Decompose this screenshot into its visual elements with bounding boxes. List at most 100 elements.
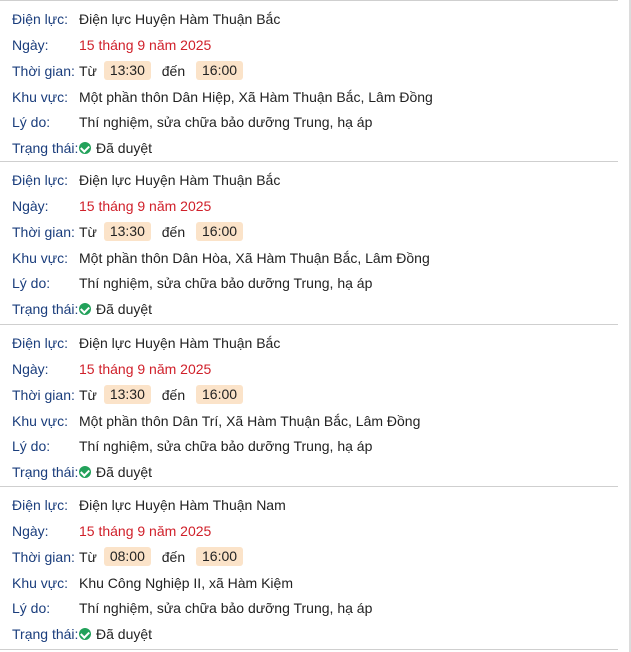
date-row: Ngày: 15 tháng 9 năm 2025 (12, 194, 618, 218)
start-time-chip: 13:30 (103, 61, 151, 80)
outage-card: Điện lực: Điện lực Huyện Hàm Thuận Nam N… (0, 487, 618, 650)
date-label: Ngày: (12, 360, 49, 377)
time-from-label: Từ (79, 224, 97, 241)
time-to-label: đến (161, 549, 186, 566)
area-value: Một phần thôn Dân Trí, Xã Hàm Thuận Bắc,… (79, 412, 421, 429)
company-value: Điện lực Huyện Hàm Thuận Bắc (79, 172, 281, 189)
end-time-chip: 16:00 (196, 384, 244, 404)
status-label: Trạng thái: (12, 140, 79, 156)
date-value: 15 tháng 9 năm 2025 (79, 360, 212, 377)
company-row: Điện lực: Điện lực Huyện Hàm Thuận Bắc (12, 168, 618, 192)
time-from-label: Từ (79, 63, 97, 79)
company-label: Điện lực: (12, 11, 69, 27)
time-label: Thời gian: (12, 549, 75, 566)
reason-row: Lý do: Thí nghiệm, sửa chữa bảo dưỡng Tr… (12, 596, 618, 620)
time-from-label: Từ (79, 386, 97, 403)
outage-card: Điện lực: Điện lực Huyện Hàm Thuận Bắc N… (0, 0, 618, 163)
start-time-chip: 13:30 (103, 384, 151, 404)
reason-label: Lý do: (12, 437, 51, 454)
time-to-label: đến (161, 386, 186, 403)
time-row: Thời gian: Từ 13:30 đến 16:00 (12, 59, 618, 83)
status-label: Trạng thái: (12, 301, 79, 318)
status-value: Đã duyệt (96, 301, 153, 318)
status-value: Đã duyệt (96, 463, 153, 480)
area-label: Khu vực: (12, 250, 69, 267)
reason-row: Lý do: Thí nghiệm, sửa chữa bảo dưỡng Tr… (12, 434, 618, 458)
reason-row: Lý do: Thí nghiệm, sửa chữa bảo dưỡng Tr… (12, 271, 618, 295)
reason-value: Thí nghiệm, sửa chữa bảo dưỡng Trung, hạ… (79, 437, 373, 454)
outage-list: Điện lực: Điện lực Huyện Hàm Thuận Bắc N… (0, 0, 618, 650)
time-value: Từ 08:00 đến 16:00 (79, 545, 246, 569)
area-value: Một phần thôn Dân Hiệp, Xã Hàm Thuận Bắc… (79, 89, 433, 105)
time-label: Thời gian: (12, 63, 75, 79)
status-row: Trạng thái: Đã duyệt (12, 622, 618, 646)
status-row: Trạng thái: Đã duyệt (12, 297, 618, 321)
area-label: Khu vực: (12, 89, 69, 105)
company-label: Điện lực: (12, 334, 69, 351)
reason-value: Thí nghiệm, sửa chữa bảo dưỡng Trung, hạ… (79, 114, 373, 130)
status-label: Trạng thái: (12, 463, 79, 480)
area-row: Khu vực: Một phần thôn Dân Hòa, Xã Hàm T… (12, 246, 618, 270)
outage-card: Điện lực: Điện lực Huyện Hàm Thuận Bắc N… (0, 325, 618, 488)
date-label: Ngày: (12, 37, 49, 53)
reason-value: Thí nghiệm, sửa chữa bảo dưỡng Trung, hạ… (79, 275, 373, 292)
check-circle-icon (79, 465, 91, 478)
area-label: Khu vực: (12, 412, 69, 429)
company-value: Điện lực Huyện Hàm Thuận Nam (79, 497, 286, 514)
area-value: Một phần thôn Dân Hòa, Xã Hàm Thuận Bắc,… (79, 250, 430, 267)
status-value: Đã duyệt (96, 140, 153, 156)
time-to-label: đến (161, 63, 186, 79)
time-label: Thời gian: (12, 224, 75, 241)
end-time-chip: 16:00 (196, 61, 244, 80)
end-time-chip: 16:00 (196, 222, 244, 242)
reason-label: Lý do: (12, 114, 51, 130)
reason-label: Lý do: (12, 275, 51, 292)
status-badge: Đã duyệt (79, 136, 152, 160)
company-row: Điện lực: Điện lực Huyện Hàm Thuận Nam (12, 493, 618, 517)
status-row: Trạng thái: Đã duyệt (12, 460, 618, 484)
area-label: Khu vực: (12, 575, 69, 592)
status-badge: Đã duyệt (79, 297, 152, 321)
area-row: Khu vực: Một phần thôn Dân Hiệp, Xã Hàm … (12, 85, 618, 109)
end-time-chip: 16:00 (196, 547, 244, 567)
date-value: 15 tháng 9 năm 2025 (79, 198, 212, 215)
outage-card: Điện lực: Điện lực Huyện Hàm Thuận Bắc N… (0, 162, 618, 325)
time-label: Thời gian: (12, 386, 75, 403)
status-badge: Đã duyệt (79, 460, 152, 484)
date-row: Ngày: 15 tháng 9 năm 2025 (12, 357, 618, 381)
status-label: Trạng thái: (12, 626, 79, 643)
date-value: 15 tháng 9 năm 2025 (79, 37, 212, 53)
reason-row: Lý do: Thí nghiệm, sửa chữa bảo dưỡng Tr… (12, 110, 618, 134)
check-circle-icon (79, 628, 91, 641)
date-row: Ngày: 15 tháng 9 năm 2025 (12, 519, 618, 543)
time-from-label: Từ (79, 549, 97, 566)
status-badge: Đã duyệt (79, 622, 152, 646)
company-value: Điện lực Huyện Hàm Thuận Bắc (79, 11, 281, 27)
check-circle-icon (79, 142, 91, 154)
reason-label: Lý do: (12, 600, 51, 617)
time-row: Thời gian: Từ 13:30 đến 16:00 (12, 220, 618, 244)
start-time-chip: 08:00 (103, 547, 151, 567)
area-value: Khu Công Nghiệp II, xã Hàm Kiệm (79, 575, 293, 592)
time-to-label: đến (161, 224, 186, 241)
check-circle-icon (79, 303, 91, 316)
company-value: Điện lực Huyện Hàm Thuận Bắc (79, 334, 281, 351)
time-value: Từ 13:30 đến 16:00 (79, 383, 246, 407)
date-row: Ngày: 15 tháng 9 năm 2025 (12, 33, 618, 57)
date-value: 15 tháng 9 năm 2025 (79, 523, 212, 540)
time-row: Thời gian: Từ 13:30 đến 16:00 (12, 383, 618, 407)
company-row: Điện lực: Điện lực Huyện Hàm Thuận Bắc (12, 331, 618, 355)
area-row: Khu vực: Khu Công Nghiệp II, xã Hàm Kiệm (12, 571, 618, 595)
date-label: Ngày: (12, 523, 49, 540)
area-row: Khu vực: Một phần thôn Dân Trí, Xã Hàm T… (12, 409, 618, 433)
company-label: Điện lực: (12, 172, 69, 189)
company-row: Điện lực: Điện lực Huyện Hàm Thuận Bắc (12, 7, 618, 31)
company-label: Điện lực: (12, 497, 69, 514)
time-value: Từ 13:30 đến 16:00 (79, 220, 246, 244)
reason-value: Thí nghiệm, sửa chữa bảo dưỡng Trung, hạ… (79, 600, 373, 617)
status-value: Đã duyệt (96, 626, 153, 643)
time-value: Từ 13:30 đến 16:00 (79, 59, 246, 83)
date-label: Ngày: (12, 198, 49, 215)
status-row: Trạng thái: Đã duyệt (12, 136, 618, 160)
start-time-chip: 13:30 (103, 222, 151, 242)
